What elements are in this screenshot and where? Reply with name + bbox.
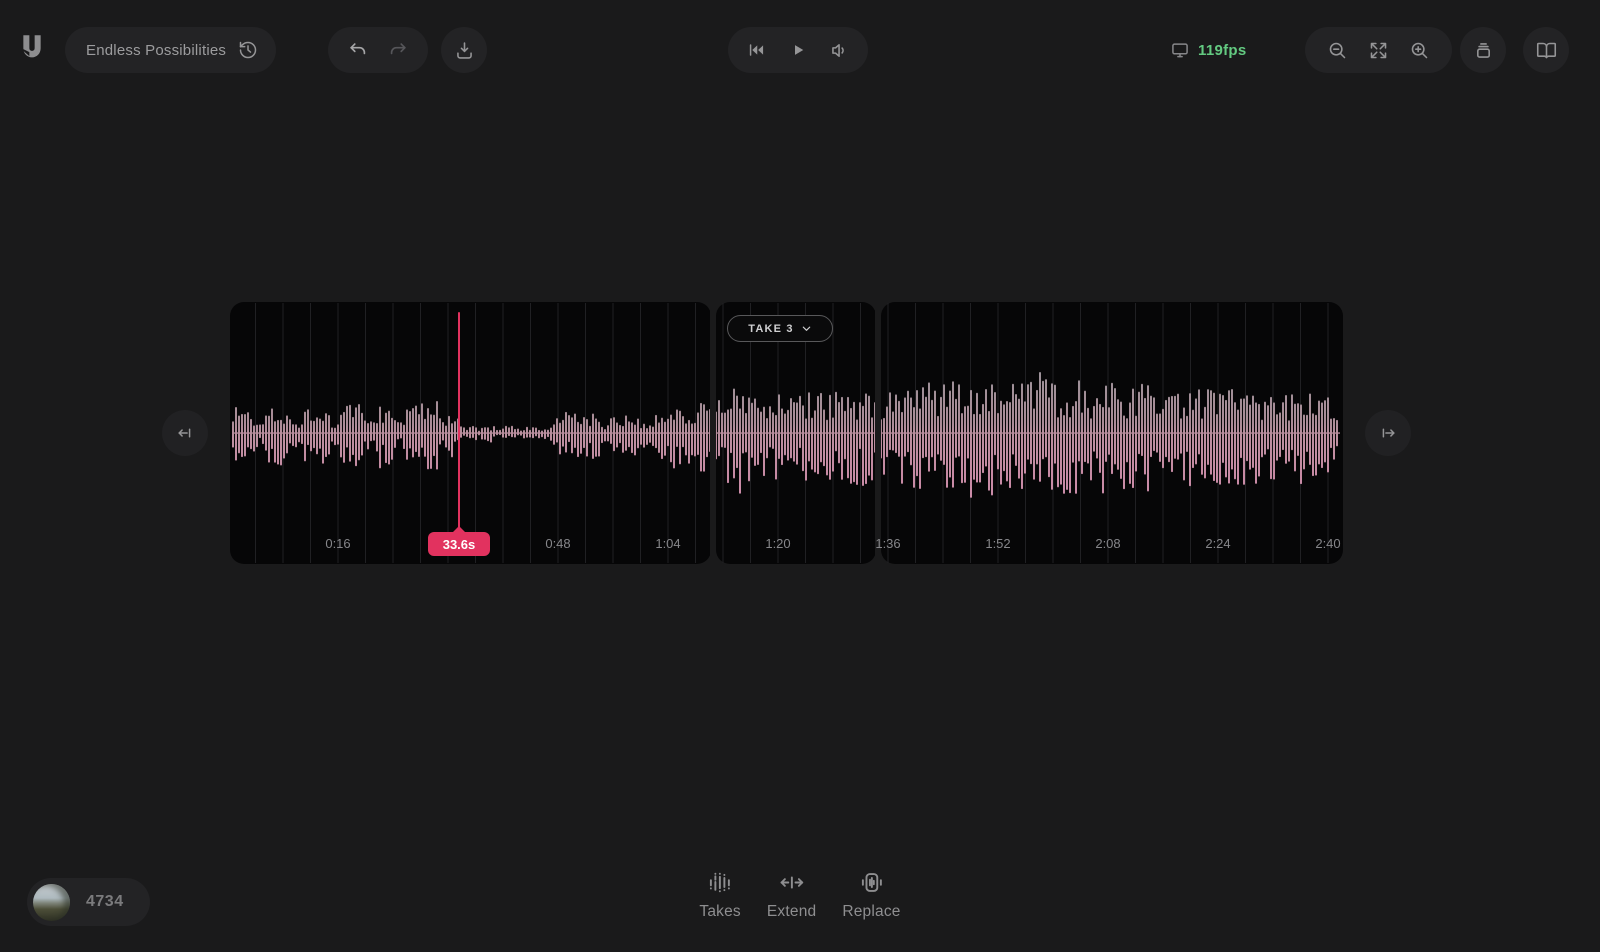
project-title: Endless Possibilities — [86, 42, 226, 59]
take-selector-dropdown[interactable]: TAKE 3 — [727, 315, 833, 342]
segment-gap — [875, 302, 881, 564]
zoom-controls — [1305, 27, 1452, 73]
download-button[interactable] — [441, 27, 487, 73]
playhead-time-badge[interactable]: 33.6s — [428, 532, 490, 556]
udio-logo-icon[interactable] — [18, 33, 46, 63]
redo-button[interactable] — [387, 39, 409, 61]
skip-to-start-icon[interactable] — [746, 40, 766, 60]
takes-label: Takes — [699, 903, 741, 921]
playhead-line[interactable] — [458, 312, 461, 534]
extend-label: Extend — [767, 903, 816, 921]
play-icon[interactable] — [789, 41, 807, 59]
avatar[interactable] — [33, 884, 70, 921]
take-label: TAKE 3 — [748, 323, 794, 335]
zoom-out-icon[interactable] — [1327, 40, 1348, 61]
credits-count: 4734 — [86, 893, 124, 911]
zoom-in-icon[interactable] — [1409, 40, 1430, 61]
library-stack-icon[interactable] — [1460, 27, 1506, 73]
segment-gap — [710, 302, 716, 564]
book-open-icon[interactable] — [1523, 27, 1569, 73]
transport-controls — [728, 27, 868, 73]
time-tick-label: 2:40 — [1315, 536, 1340, 551]
time-tick-label: 1:36 — [875, 536, 900, 551]
action-bar: Takes Extend Replace — [699, 869, 900, 921]
takes-icon — [707, 869, 734, 896]
time-tick-label: 2:24 — [1205, 536, 1230, 551]
fullscreen-icon[interactable] — [1368, 40, 1389, 61]
extend-icon — [778, 869, 805, 896]
extend-button[interactable]: Extend — [767, 869, 816, 921]
project-title-button[interactable]: Endless Possibilities — [65, 27, 276, 73]
user-credits-pill[interactable]: 4734 — [27, 878, 150, 926]
replace-icon — [858, 869, 885, 896]
takes-button[interactable]: Takes — [699, 869, 741, 921]
time-tick-label: 2:08 — [1095, 536, 1120, 551]
time-tick-label: 1:04 — [655, 536, 680, 551]
playhead-time-label: 33.6s — [443, 537, 476, 552]
undo-redo-group — [328, 27, 428, 73]
fps-indicator: 119fps — [1170, 27, 1247, 73]
time-tick-label: 0:48 — [545, 536, 570, 551]
volume-icon[interactable] — [829, 40, 850, 61]
time-tick-label: 1:52 — [985, 536, 1010, 551]
fps-value: 119fps — [1198, 42, 1247, 59]
monitor-icon — [1170, 40, 1190, 60]
chevron-down-icon — [801, 323, 812, 334]
replace-label: Replace — [842, 903, 900, 921]
time-tick-label: 0:16 — [325, 536, 350, 551]
seek-previous-button[interactable] — [162, 410, 208, 456]
waveform-timeline[interactable]: TAKE 3 33.6s 0:16 0:48 1:04 1:20 1:36 1:52 2:0… — [230, 302, 1343, 564]
undo-button[interactable] — [347, 39, 369, 61]
replace-button[interactable]: Replace — [842, 869, 900, 921]
history-icon[interactable] — [238, 40, 258, 60]
time-tick-label: 1:20 — [765, 536, 790, 551]
seek-next-button[interactable] — [1365, 410, 1411, 456]
